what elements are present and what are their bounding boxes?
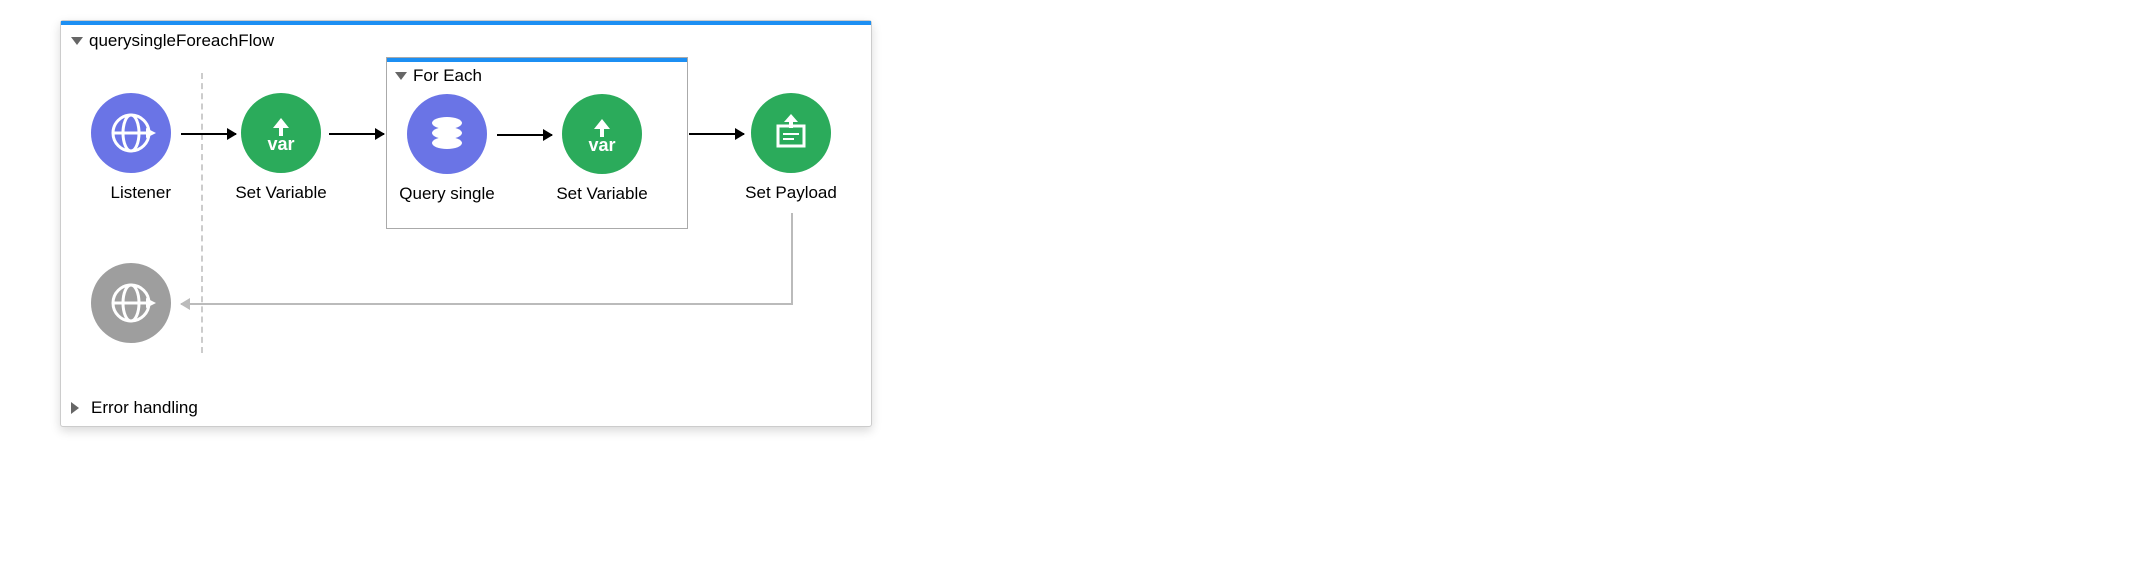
flow-arrow <box>689 133 744 135</box>
node-listener[interactable]: Listener <box>91 93 171 203</box>
flow-title-row[interactable]: querysingleForeachFlow <box>61 25 871 53</box>
return-connector <box>196 303 793 305</box>
node-set-variable-2[interactable]: var Set Variable <box>562 94 642 204</box>
flow-arrow <box>181 133 236 135</box>
flow-canvas: Listener var Set Variable <box>61 53 871 353</box>
node-label: Set Variable <box>235 183 326 203</box>
database-icon <box>407 94 487 174</box>
flow-arrow <box>497 134 552 136</box>
set-variable-icon: var <box>562 94 642 174</box>
scope-foreach[interactable]: For Each Query single <box>386 57 688 229</box>
node-set-payload[interactable]: Set Payload <box>751 93 831 203</box>
source-separator <box>201 73 203 353</box>
error-handling-row[interactable]: Error handling <box>71 398 198 418</box>
node-query-single[interactable]: Query single <box>407 94 487 204</box>
set-payload-icon <box>751 93 831 173</box>
return-arrow <box>181 303 201 305</box>
http-response-icon <box>91 263 171 343</box>
node-response[interactable] <box>91 263 171 343</box>
expand-triangle-icon[interactable] <box>71 402 79 414</box>
flow-title: querysingleForeachFlow <box>89 31 274 51</box>
svg-text:var: var <box>588 135 615 155</box>
flow-panel: querysingleForeachFlow Listener <box>60 20 872 427</box>
node-set-variable-1[interactable]: var Set Variable <box>241 93 321 203</box>
scope-title: For Each <box>413 66 482 86</box>
error-section-title: Error handling <box>91 398 198 418</box>
http-listener-icon <box>91 93 171 173</box>
scope-title-row[interactable]: For Each <box>387 62 687 88</box>
collapse-triangle-icon[interactable] <box>395 72 407 80</box>
return-connector <box>791 213 793 303</box>
node-label: Listener <box>111 183 171 203</box>
set-variable-icon: var <box>241 93 321 173</box>
flow-arrow <box>329 133 384 135</box>
svg-text:var: var <box>267 134 294 154</box>
node-label: Set Payload <box>745 183 837 203</box>
collapse-triangle-icon[interactable] <box>71 37 83 45</box>
node-label: Query single <box>399 184 494 204</box>
node-label: Set Variable <box>556 184 647 204</box>
